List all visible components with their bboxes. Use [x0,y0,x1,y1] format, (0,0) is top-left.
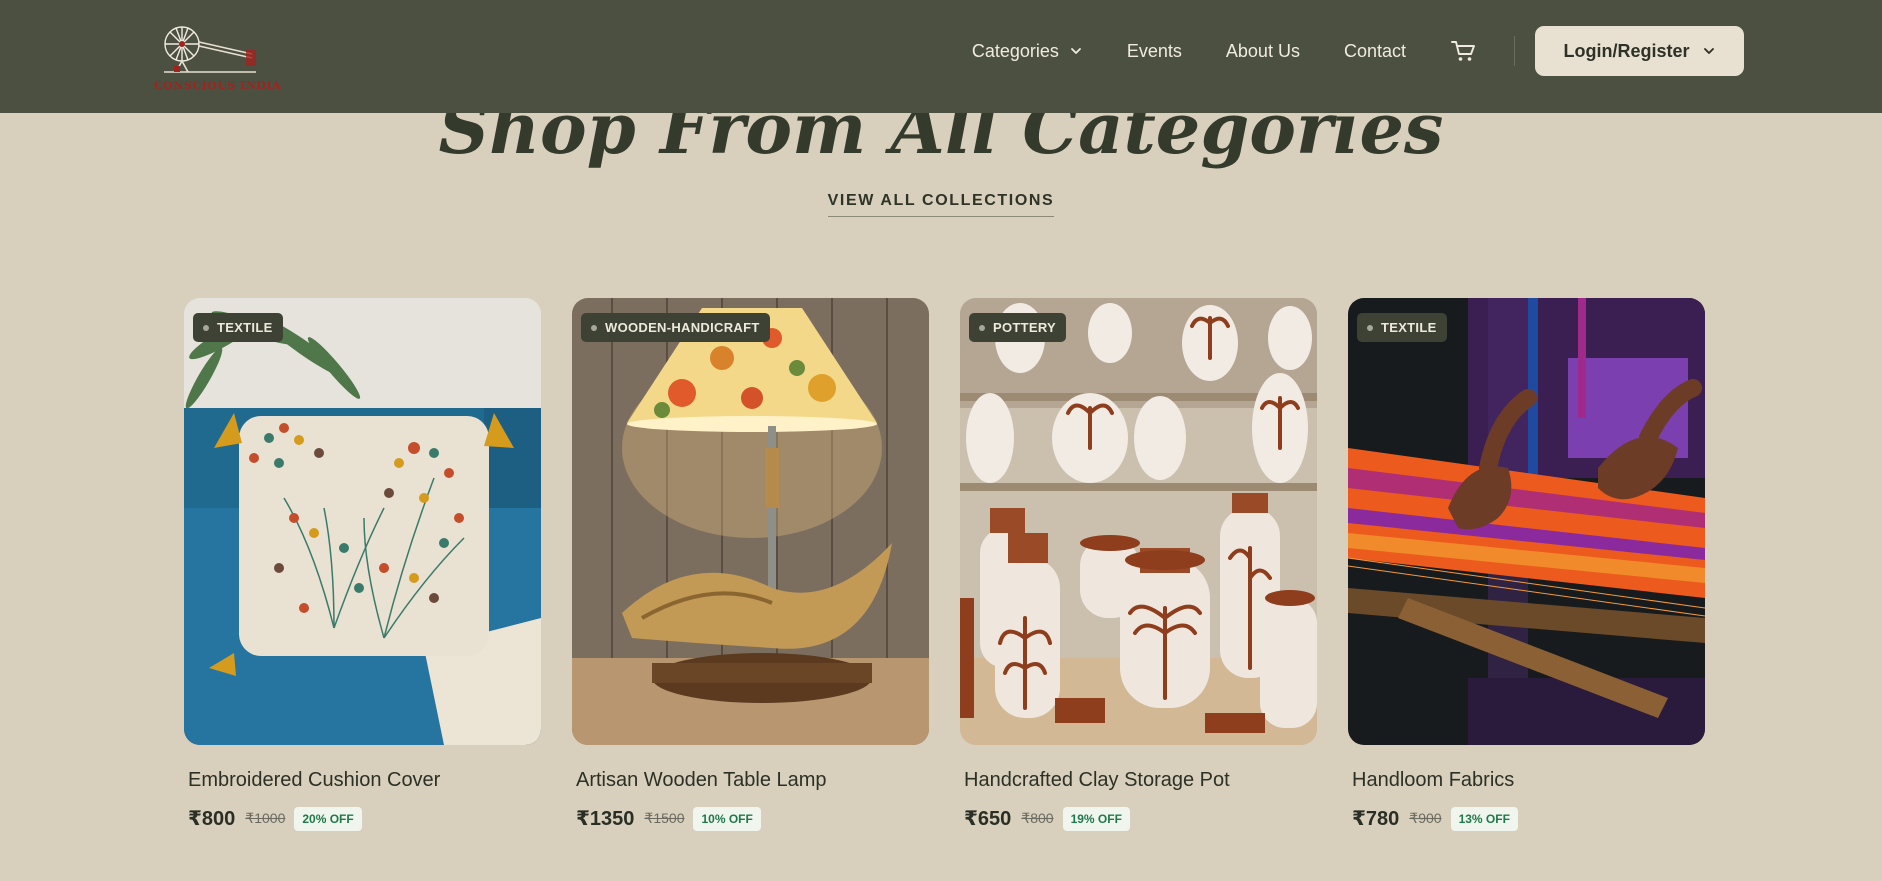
site-header: CONSCIOUS INDIA Categories Events About … [0,0,1882,113]
handloom-fabrics-image [1348,298,1705,745]
price-row: ₹1350 ₹1500 10% OFF [576,806,929,831]
price-row: ₹800 ₹1000 20% OFF [188,806,541,831]
login-register-button[interactable]: Login/Register [1535,26,1744,76]
original-price: ₹1000 [245,810,286,826]
nav-item-about-us[interactable]: About Us [1226,41,1300,62]
product-name[interactable]: Handcrafted Clay Storage Pot [964,769,1317,792]
chevron-down-icon [1070,48,1081,54]
product-card[interactable]: POTTERY Handcrafted Clay Storage Pot ₹65… [960,298,1317,831]
product-image[interactable]: POTTERY [960,298,1317,745]
category-tag-label: TEXTILE [1381,320,1437,335]
brand-logo[interactable]: CONSCIOUS INDIA [154,14,282,92]
category-tag-label: WOODEN-HANDICRAFT [605,320,760,335]
cushion-cover-image [184,298,541,745]
product-price: ₹650 [964,808,1012,830]
view-all-collections-link[interactable]: VIEW ALL COLLECTIONS [827,192,1055,217]
tag-dot [1367,324,1373,331]
view-all-container: VIEW ALL COLLECTIONS [0,192,1882,217]
original-price: ₹1500 [644,810,685,826]
category-tag: TEXTILE [1357,313,1447,342]
category-tag-label: POTTERY [993,320,1057,335]
nav-item-events[interactable]: Events [1127,41,1182,62]
category-tag: WOODEN-HANDICRAFT [581,313,770,342]
tag-dot [591,324,597,331]
login-register-label: Login/Register [1563,40,1690,61]
product-name[interactable]: Embroidered Cushion Cover [188,769,541,792]
product-price: ₹780 [1352,808,1400,830]
category-tag: POTTERY [969,313,1067,342]
discount-badge: 13% OFF [1450,806,1518,831]
category-tag-label: TEXTILE [217,320,273,335]
tag-dot [979,324,985,331]
original-price: ₹900 [1409,810,1442,826]
product-card[interactable]: TEXTILE Embroidered Cushion Cover ₹800 ₹… [184,298,541,831]
discount-badge: 20% OFF [294,806,362,831]
product-image[interactable]: WOODEN-HANDICRAFT [572,298,929,745]
nav-divider [1514,36,1515,66]
clay-pots-image [960,298,1317,745]
discount-badge: 19% OFF [1062,806,1130,831]
original-price: ₹800 [1021,810,1054,826]
category-tag: TEXTILE [193,313,283,342]
wooden-lamp-image [572,298,929,745]
brand-name: CONSCIOUS INDIA [154,79,282,92]
product-card[interactable]: TEXTILE Handloom Fabrics ₹780 ₹900 13% O… [1348,298,1705,831]
product-grid: TEXTILE Embroidered Cushion Cover ₹800 ₹… [184,298,1705,858]
price-row: ₹780 ₹900 13% OFF [1352,806,1705,831]
chevron-down-icon [1703,48,1714,54]
nav-item-contact[interactable]: Contact [1344,41,1406,62]
product-image[interactable]: TEXTILE [184,298,541,745]
product-price: ₹1350 [576,808,635,830]
cart-icon[interactable] [1450,39,1476,63]
price-row: ₹650 ₹800 19% OFF [964,806,1317,831]
tag-dot [203,324,209,331]
product-price: ₹800 [188,808,236,830]
discount-badge: 10% OFF [693,806,761,831]
nav-label-categories: Categories [971,40,1059,61]
product-card[interactable]: WOODEN-HANDICRAFT Artisan Wooden Table L… [572,298,929,831]
nav-item-categories[interactable]: Categories [972,41,1083,62]
product-name[interactable]: Artisan Wooden Table Lamp [576,769,929,792]
product-name[interactable]: Handloom Fabrics [1352,769,1705,792]
product-image[interactable]: TEXTILE [1348,298,1705,745]
main-nav: Categories Events About Us Contact Login… [972,26,1744,76]
